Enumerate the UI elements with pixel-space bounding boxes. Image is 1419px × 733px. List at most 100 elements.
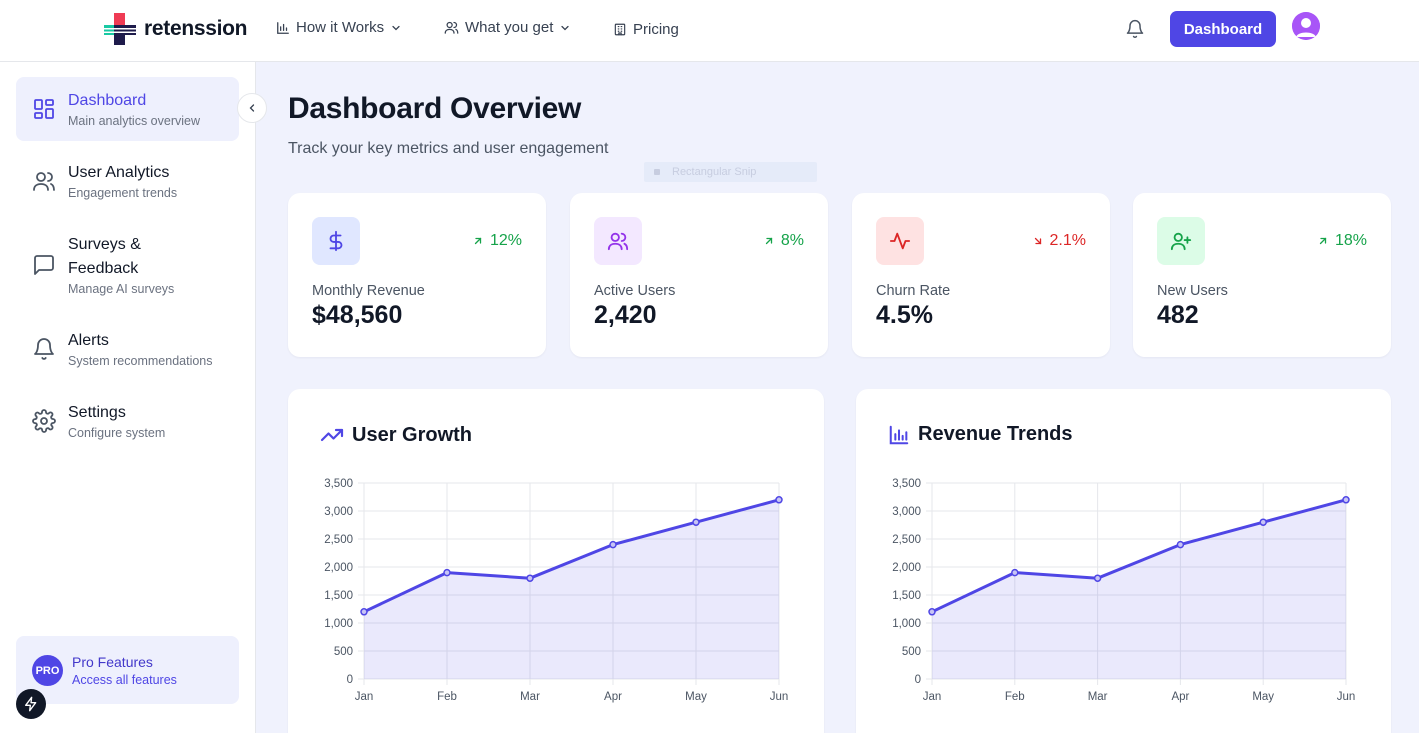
stat-change-value: 18%: [1334, 232, 1367, 249]
gear-icon: [32, 409, 56, 433]
y-tick-label: 1,000: [892, 618, 921, 630]
trending-up-icon: [320, 428, 344, 442]
y-tick-label: 3,000: [324, 506, 353, 518]
page-subtitle: Track your key metrics and user engageme…: [288, 140, 609, 157]
revenue-trends-card: Revenue Trends 0 500 1,000 1,500 2,000 2,500 3…: [856, 389, 1391, 733]
nav-how-it-works[interactable]: How it Works: [276, 19, 402, 36]
dollar-icon: [329, 230, 343, 252]
x-tick-label: Apr: [1171, 691, 1189, 703]
pro-features-card[interactable]: PRO Pro Features Access all features: [16, 636, 239, 704]
arrow-up-right-icon: [1319, 237, 1327, 245]
top-navigation: retenssion How it Works What you get Pri…: [0, 0, 1419, 62]
data-point[interactable]: [1011, 568, 1019, 577]
data-point[interactable]: [1342, 496, 1350, 504]
y-tick-label: 1,000: [324, 618, 353, 630]
stat-card-monthly-revenue: 12% Monthly Revenue $48,560: [288, 193, 546, 357]
data-point[interactable]: [360, 608, 368, 616]
stat-card-churn-rate: 2.1% Churn Rate 4.5%: [852, 193, 1110, 357]
brand-mark-icon: [104, 13, 136, 45]
y-tick-label: 3,500: [324, 478, 353, 490]
lightning-icon: [25, 696, 37, 712]
x-tick-label: Jun: [770, 691, 789, 703]
arrow-up-right-icon: [765, 237, 773, 245]
snip-overlay: Rectangular Snip: [644, 162, 817, 182]
y-tick-label: 2,500: [324, 534, 353, 546]
sidebar-item-subtitle: System recommendations: [68, 354, 213, 368]
sidebar-item-surveys[interactable]: Surveys & Feedback Manage AI surveys: [16, 221, 239, 309]
sidebar-item-title: Settings: [68, 404, 126, 421]
arrow-up-right-icon: [474, 237, 482, 245]
y-tick-label: 3,500: [892, 478, 921, 490]
brand-name: retenssion: [144, 17, 248, 40]
y-tick-label: 1,500: [324, 590, 353, 602]
chevron-down-icon: [392, 25, 400, 30]
data-point[interactable]: [1093, 574, 1102, 582]
stat-change: 18%: [1317, 232, 1367, 250]
series-area: [932, 499, 1346, 679]
nav-what-you-get[interactable]: What you get: [444, 19, 571, 36]
snip-icon: [654, 169, 660, 175]
y-tick-label: 2,500: [892, 534, 921, 546]
data-point[interactable]: [1259, 518, 1267, 526]
stat-change-value: 2.1%: [1049, 232, 1086, 249]
nav-pricing-label: Pricing: [633, 21, 679, 38]
avatar[interactable]: [1292, 12, 1320, 40]
x-tick-label: Jun: [1337, 691, 1356, 703]
sidebar-item-subtitle: Manage AI surveys: [68, 282, 175, 296]
sidebar-item-settings[interactable]: Settings Configure system: [16, 389, 239, 453]
activity-icon: [889, 232, 911, 250]
x-tick-label: Feb: [1005, 691, 1025, 703]
stat-icon-box: [1157, 217, 1205, 265]
data-point[interactable]: [609, 540, 617, 549]
building-icon: [614, 23, 626, 36]
users-icon: [444, 21, 459, 34]
nav-pricing[interactable]: Pricing: [613, 21, 679, 38]
pro-subtitle: Access all features: [72, 673, 177, 687]
stat-value: 4.5%: [876, 301, 933, 329]
y-tick-label: 1,500: [892, 590, 921, 602]
y-tick-label: 500: [902, 646, 921, 658]
sidebar-item-dashboard[interactable]: Dashboard Main analytics overview: [16, 77, 239, 141]
data-point[interactable]: [526, 574, 534, 582]
y-tick-label: 3,000: [892, 506, 921, 518]
series-area: [364, 499, 779, 679]
chart-title: Revenue Trends: [918, 423, 1073, 445]
sidebar-item-title: Dashboard: [68, 92, 147, 109]
stat-label: Active Users: [594, 283, 676, 299]
pro-badge: PRO: [32, 655, 63, 686]
data-point[interactable]: [1176, 540, 1185, 549]
data-point[interactable]: [928, 608, 936, 616]
users-icon: [33, 172, 55, 191]
x-tick-label: May: [1252, 691, 1274, 703]
brand-logo[interactable]: retenssion: [104, 13, 248, 45]
sidebar-collapse-button[interactable]: [237, 93, 267, 123]
stat-change: 8%: [763, 232, 804, 250]
x-tick-label: Jan: [355, 691, 374, 703]
y-tick-label: 2,000: [324, 562, 353, 574]
data-point[interactable]: [775, 496, 783, 504]
revenue-trends-chart: 0 500 1,000 1,500 2,000 2,500 3,000 3,500 Jan Feb…: [892, 478, 1356, 703]
stat-change: 2.1%: [1032, 232, 1086, 250]
x-tick-label: Apr: [604, 691, 622, 703]
x-tick-label: Jan: [923, 691, 942, 703]
sidebar-item-user-analytics[interactable]: User Analytics Engagement trends: [16, 149, 239, 213]
quick-action-button[interactable]: [16, 689, 46, 719]
stat-value: 482: [1157, 301, 1199, 329]
chart-header: User Growth: [320, 423, 472, 447]
dashboard-button[interactable]: Dashboard: [1170, 11, 1276, 47]
bell-icon: [1126, 19, 1144, 39]
stat-change-value: 8%: [780, 232, 804, 249]
data-point[interactable]: [443, 568, 451, 577]
stat-label: Churn Rate: [876, 283, 951, 299]
user-plus-icon: [1170, 232, 1192, 251]
notifications-bell[interactable]: [1125, 19, 1145, 44]
y-tick-label: 2,000: [892, 562, 921, 574]
sidebar-item-title: User Analytics: [68, 164, 170, 181]
sidebar-item-title: Alerts: [68, 332, 109, 349]
nav-what-you-get-label: What you get: [465, 19, 554, 36]
sidebar-item-alerts[interactable]: Alerts System recommendations: [16, 317, 239, 381]
grid-icon: [34, 99, 54, 119]
data-point[interactable]: [692, 518, 700, 526]
stat-label: New Users: [1157, 283, 1228, 299]
y-tick-label: 500: [334, 646, 353, 658]
